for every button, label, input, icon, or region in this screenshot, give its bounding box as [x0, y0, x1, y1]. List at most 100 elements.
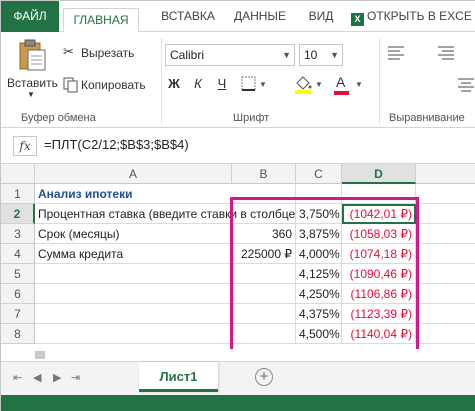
cell-a2[interactable]: Процентная ставка (введите ставки в стол… — [35, 204, 311, 224]
insert-function-button[interactable]: fx — [13, 136, 37, 156]
grid-cell[interactable] — [416, 244, 475, 264]
cell-c3[interactable]: 3,875% — [296, 224, 342, 244]
cell-d7[interactable]: (1123,39 ₽) — [342, 304, 416, 324]
prev-sheet-icon[interactable]: ◀ — [33, 371, 41, 384]
column-header-a[interactable]: A — [35, 164, 232, 184]
ribbon-tabbar: ФАЙЛ ГЛАВНАЯ ВСТАВКА ДАННЫЕ ВИД X ОТКРЫТЬ… — [1, 1, 475, 33]
cell-d8[interactable]: (1140,04 ₽) — [342, 324, 416, 344]
cell-b3[interactable]: 360 — [232, 224, 296, 244]
add-sheet-button[interactable]: + — [255, 368, 273, 386]
font-color-button[interactable]: A ▼ — [333, 74, 369, 96]
tab-home[interactable]: ГЛАВНАЯ — [63, 8, 139, 33]
bold-button[interactable]: Ж — [167, 76, 181, 91]
row-header[interactable]: 4 — [1, 244, 35, 264]
cell-c7[interactable]: 4,375% — [296, 304, 342, 324]
borders-button[interactable]: ▼ — [241, 76, 271, 94]
cell-c6[interactable]: 4,250% — [296, 284, 342, 304]
font-size-select[interactable]: 10 ▼ — [299, 44, 343, 66]
cell-c2[interactable]: 3,750% — [296, 204, 342, 224]
grid-cell[interactable] — [232, 184, 296, 204]
cell-a8[interactable] — [35, 324, 232, 344]
tab-data[interactable]: ДАННЫЕ — [229, 1, 291, 32]
sheet-tabs-bar: ⇤ ◀ ▶ ⇥ Лист1 + — [1, 361, 475, 395]
row-header[interactable]: 8 — [1, 324, 35, 344]
align-center-button[interactable] — [456, 76, 475, 96]
cell-a4[interactable]: Сумма кредита — [35, 244, 232, 264]
cell-b4[interactable]: 225000 ₽ — [232, 244, 296, 264]
chevron-down-icon: ▼ — [330, 50, 339, 60]
sheet-tab-list1[interactable]: Лист1 — [139, 362, 218, 392]
font-color-swatch — [334, 91, 349, 95]
chevron-down-icon: ▼ — [27, 90, 35, 99]
grid-cell[interactable] — [416, 204, 475, 224]
grid-cell[interactable] — [416, 264, 475, 284]
grid-cell[interactable] — [416, 184, 475, 204]
grid-cell[interactable] — [416, 324, 475, 344]
underline-button[interactable]: Ч — [215, 76, 229, 91]
cell-a7[interactable] — [35, 304, 232, 324]
font-group-label: Шрифт — [233, 112, 270, 124]
grid-cell[interactable] — [416, 224, 475, 244]
formula-input[interactable]: =ПЛТ(C2/12;$B$3;$B$4) — [44, 137, 189, 152]
chevron-down-icon: ▼ — [259, 80, 267, 89]
alignment-group-label: Выравнивание — [389, 112, 465, 124]
scroll-thumb[interactable] — [35, 351, 45, 359]
grid-cell[interactable] — [296, 184, 342, 204]
open-in-excel-label: ОТКРЫТЬ В EXCE — [367, 9, 472, 23]
tab-insert[interactable]: ВСТАВКА — [147, 1, 229, 32]
cell-c4[interactable]: 4,000% — [296, 244, 342, 264]
align-right-button[interactable] — [436, 44, 460, 64]
paste-button[interactable]: Вставить ▼ — [7, 36, 58, 102]
last-sheet-icon[interactable]: ⇥ — [71, 371, 80, 384]
font-name-select[interactable]: Calibri ▼ — [165, 44, 295, 66]
grid-cell[interactable] — [232, 284, 296, 304]
cell-d3[interactable]: (1058,03 ₽) — [342, 224, 416, 244]
cell-d4[interactable]: (1074,18 ₽) — [342, 244, 416, 264]
select-all-corner[interactable] — [1, 164, 35, 184]
grid-cell[interactable] — [416, 284, 475, 304]
first-sheet-icon[interactable]: ⇤ — [13, 371, 22, 384]
grid-cell[interactable] — [232, 304, 296, 324]
scissors-icon: ✂ — [63, 44, 74, 59]
cell-c5[interactable]: 4,125% — [296, 264, 342, 284]
grid-cell[interactable] — [342, 184, 416, 204]
grid-cell[interactable] — [232, 324, 296, 344]
cut-button[interactable]: ✂ Вырезать — [61, 44, 141, 62]
chevron-down-icon: ▼ — [282, 50, 291, 60]
italic-button[interactable]: К — [191, 76, 205, 91]
grid-cell[interactable] — [416, 304, 475, 324]
cell-a5[interactable] — [35, 264, 232, 284]
tab-file[interactable]: ФАЙЛ — [1, 1, 59, 32]
row-header[interactable]: 6 — [1, 284, 35, 304]
cell-c8[interactable]: 4,500% — [296, 324, 342, 344]
row-header[interactable]: 2 — [1, 204, 35, 224]
row-header[interactable]: 5 — [1, 264, 35, 284]
row-header[interactable]: 7 — [1, 304, 35, 324]
copy-button[interactable]: Копировать — [61, 76, 151, 94]
cell-d6[interactable]: (1106,86 ₽) — [342, 284, 416, 304]
row-header[interactable]: 3 — [1, 224, 35, 244]
cell-a1[interactable]: Анализ ипотеки — [35, 184, 232, 204]
chevron-down-icon: ▼ — [315, 80, 323, 89]
tab-view[interactable]: ВИД — [301, 1, 341, 32]
font-color-letter: A — [336, 74, 346, 90]
column-header-d[interactable]: D — [342, 164, 416, 184]
column-header-c[interactable]: C — [296, 164, 342, 184]
align-top-button[interactable] — [386, 44, 410, 64]
column-header-b[interactable]: B — [232, 164, 296, 184]
horizontal-scrollbar[interactable] — [1, 349, 475, 361]
cell-d5[interactable]: (1090,46 ₽) — [342, 264, 416, 284]
fill-color-button[interactable]: ▼ — [293, 74, 329, 96]
grid-cell[interactable] — [232, 264, 296, 284]
clipboard-group-label: Буфер обмена — [21, 112, 96, 124]
excel-window: ФАЙЛ ГЛАВНАЯ ВСТАВКА ДАННЫЕ ВИД X ОТКРЫТЬ… — [0, 0, 475, 411]
next-sheet-icon[interactable]: ▶ — [53, 371, 61, 384]
row-header[interactable]: 1 — [1, 184, 35, 204]
cell-a6[interactable] — [35, 284, 232, 304]
cell-d2[interactable]: (1042,01 ₽) — [342, 204, 416, 224]
font-size-value: 10 — [304, 48, 318, 62]
tab-open-in-excel[interactable]: X ОТКРЫТЬ В EXCE — [351, 1, 475, 32]
column-header-e[interactable] — [416, 164, 475, 184]
cell-a3[interactable]: Срок (месяцы) — [35, 224, 232, 244]
align-lines-icon — [458, 78, 474, 92]
